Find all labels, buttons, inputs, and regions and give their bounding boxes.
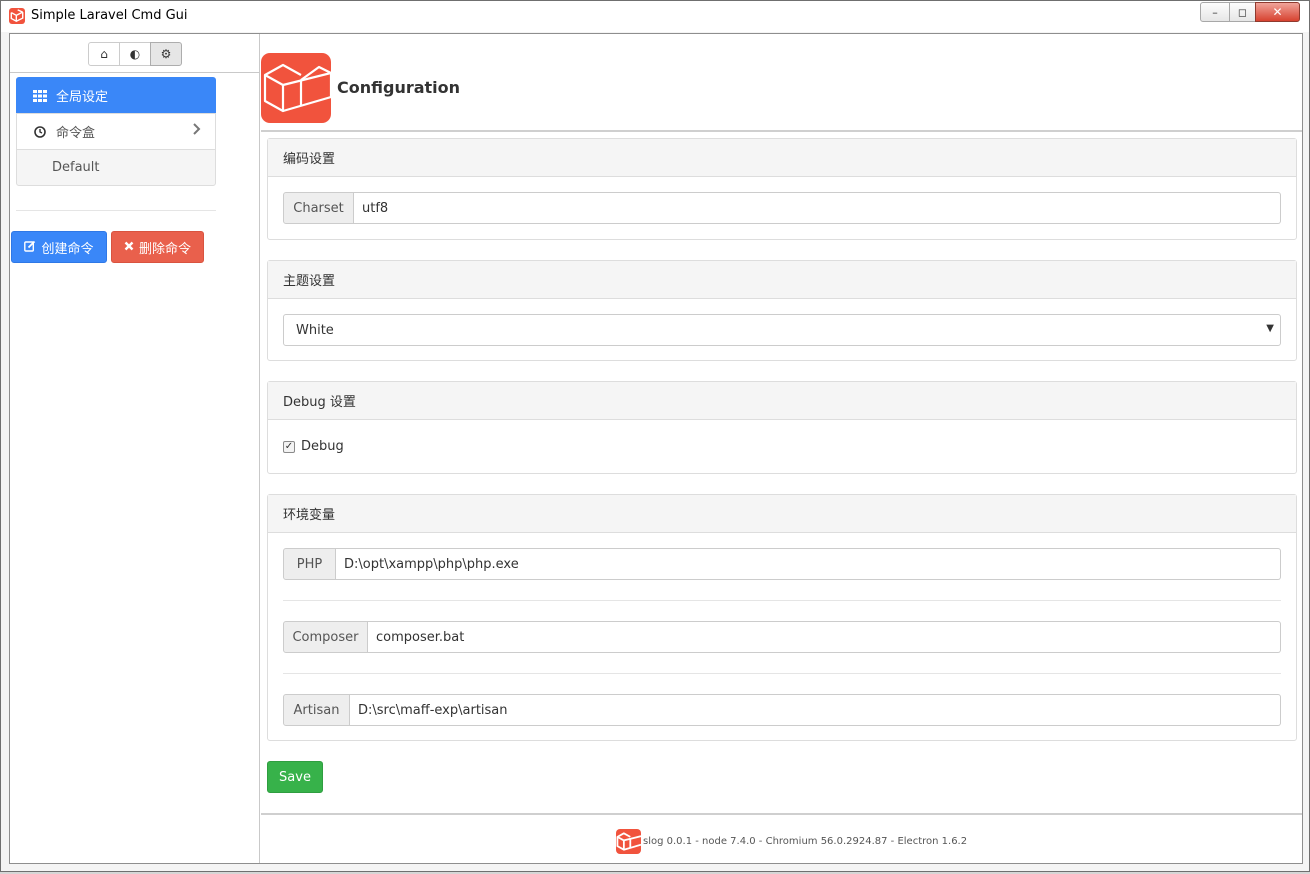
artisan-input-group: Artisan D:\src\maff-exp\artisan — [283, 694, 1281, 726]
sidebar-item-command-box[interactable]: 命令盒 — [16, 113, 216, 150]
charset-addon: Charset — [283, 192, 354, 224]
theme-toggle-button[interactable]: ◐ — [119, 42, 151, 66]
clock-icon — [32, 125, 48, 138]
panel-heading: 编码设置 — [268, 139, 1296, 177]
maximize-icon: ◻ — [1237, 5, 1248, 19]
env-panel: 环境变量 PHP D:\opt\xampp\php\php.exe Compos… — [267, 494, 1297, 741]
sidebar-nav: 全局设定 命令盒 Default — [16, 77, 216, 186]
page-header: Configuration — [261, 34, 1302, 132]
artisan-path-input[interactable]: D:\src\maff-exp\artisan — [350, 694, 1281, 726]
footer: slog 0.0.1 - node 7.4.0 - Chromium 56.0.… — [261, 813, 1302, 863]
settings-button[interactable]: ⚙ — [150, 42, 182, 66]
version-info: slog 0.0.1 - node 7.4.0 - Chromium 56.0.… — [643, 836, 968, 847]
title-bar[interactable]: Simple Laravel Cmd Gui – ◻ ✕ — [1, 1, 1309, 32]
charset-input[interactable]: utf8 — [354, 192, 1281, 224]
sidebar-item-label: Default — [52, 160, 100, 175]
field-divider — [283, 600, 1281, 601]
panel-heading: 主题设置 — [268, 261, 1296, 299]
laravel-logo-icon — [261, 53, 331, 123]
gears-icon: ⚙ — [160, 47, 172, 61]
charset-input-group: Charset utf8 — [283, 192, 1281, 224]
footer-content: slog 0.0.1 - node 7.4.0 - Chromium 56.0.… — [616, 829, 967, 854]
sidebar-divider — [10, 72, 260, 73]
app-window: Simple Laravel Cmd Gui – ◻ ✕ ⌂ ◐ ⚙ 全局设定 — [0, 0, 1310, 872]
panel-heading: 环境变量 — [268, 495, 1296, 533]
close-icon: ✕ — [1272, 5, 1283, 19]
composer-input-group: Composer composer.bat — [283, 621, 1281, 653]
minimize-icon: – — [1212, 5, 1218, 19]
charset-panel: 编码设置 Charset utf8 — [267, 138, 1297, 240]
artisan-addon: Artisan — [283, 694, 350, 726]
create-command-label: 创建命令 — [41, 241, 94, 257]
maximize-button[interactable]: ◻ — [1229, 2, 1256, 22]
laravel-logo-icon — [9, 8, 25, 24]
php-input-group: PHP D:\opt\xampp\php\php.exe — [283, 548, 1281, 580]
composer-addon: Composer — [283, 621, 368, 653]
theme-select-value: White — [296, 322, 334, 338]
client-area: ⌂ ◐ ⚙ 全局设定 命令盒 Default 创建命令 删除命令 Configu… — [9, 33, 1303, 864]
close-icon — [124, 240, 134, 254]
php-addon: PHP — [283, 548, 336, 580]
edit-icon — [24, 240, 36, 255]
php-path-input[interactable]: D:\opt\xampp\php\php.exe — [336, 548, 1281, 580]
close-button[interactable]: ✕ — [1255, 2, 1300, 22]
theme-panel: 主题设置 White ▼ — [267, 260, 1297, 361]
debug-checkbox-row[interactable]: ✓ Debug — [283, 439, 344, 454]
composer-path-input[interactable]: composer.bat — [368, 621, 1281, 653]
delete-command-button[interactable]: 删除命令 — [111, 231, 204, 263]
dropdown-arrow-icon: ▼ — [1266, 323, 1274, 334]
page-title: Configuration — [337, 78, 461, 97]
window-title: Simple Laravel Cmd Gui — [31, 8, 188, 23]
delete-command-label: 删除命令 — [138, 241, 191, 257]
sidebar: ⌂ ◐ ⚙ 全局设定 命令盒 Default 创建命令 删除命令 — [10, 34, 260, 863]
grid-icon — [32, 89, 48, 102]
panel-heading: Debug 设置 — [268, 382, 1296, 420]
sidebar-item-label: 全局设定 — [56, 90, 109, 105]
chevron-right-icon — [193, 123, 201, 139]
sidebar-item-label: 命令盒 — [56, 126, 96, 141]
contrast-icon: ◐ — [129, 47, 141, 61]
create-command-button[interactable]: 创建命令 — [11, 231, 107, 263]
debug-checkbox[interactable]: ✓ — [283, 440, 295, 453]
sidebar-divider — [16, 210, 216, 211]
save-button[interactable]: Save — [267, 761, 323, 793]
main-content: Configuration 编码设置 Charset utf8 主题设置 Whi… — [261, 34, 1302, 863]
debug-checkbox-label: Debug — [301, 439, 344, 454]
toolbar-button-group: ⌂ ◐ ⚙ — [88, 42, 182, 66]
home-icon: ⌂ — [100, 47, 108, 61]
sidebar-item-default[interactable]: Default — [16, 149, 216, 186]
theme-select[interactable]: White ▼ — [283, 314, 1281, 346]
sidebar-item-global-settings[interactable]: 全局设定 — [16, 77, 216, 114]
debug-panel: Debug 设置 ✓ Debug — [267, 381, 1297, 474]
field-divider — [283, 673, 1281, 674]
home-button[interactable]: ⌂ — [88, 42, 120, 66]
minimize-button[interactable]: – — [1200, 2, 1230, 22]
laravel-logo-icon — [616, 829, 641, 854]
